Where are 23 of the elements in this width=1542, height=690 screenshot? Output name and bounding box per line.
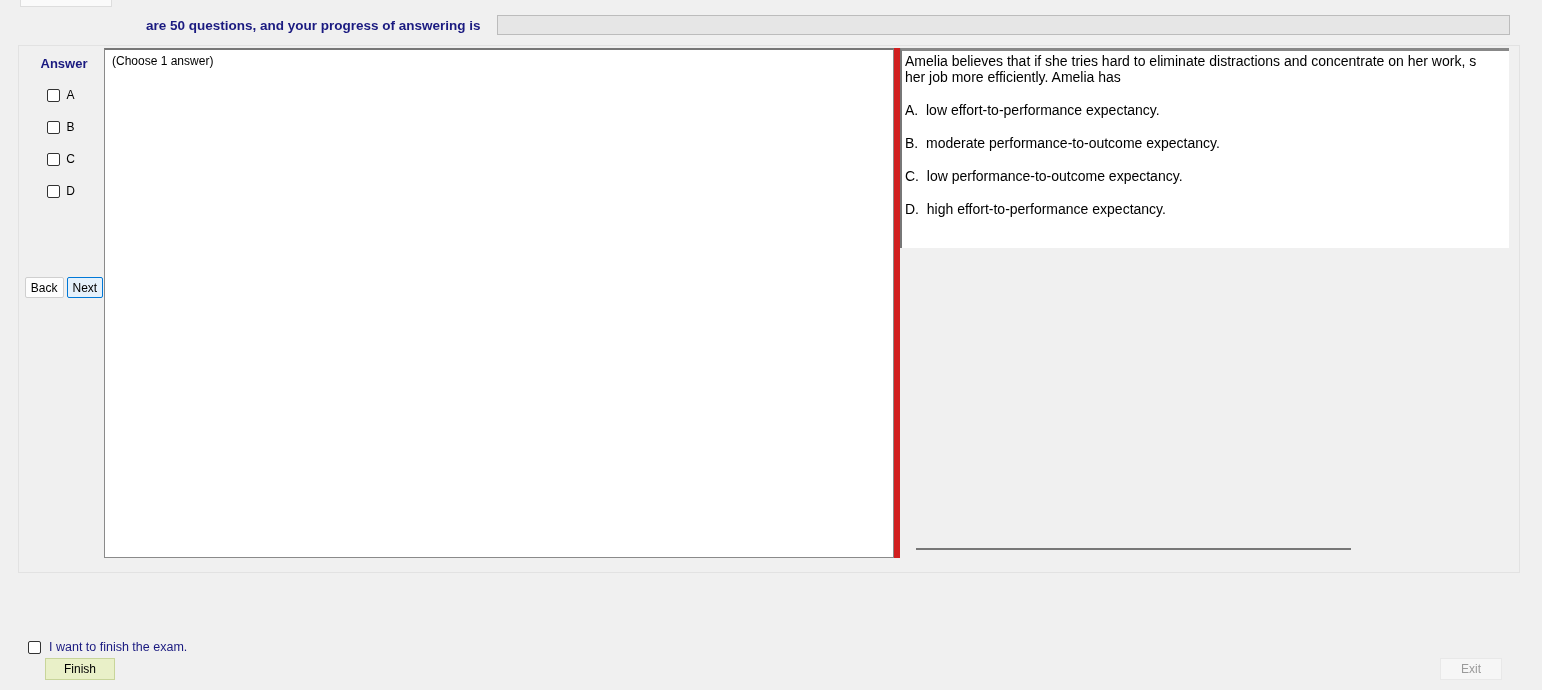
answer-hint: (Choose 1 answer) <box>112 54 214 68</box>
progress-label: are 50 questions, and your progress of answering is <box>146 17 481 33</box>
finish-button[interactable]: Finish <box>45 658 115 680</box>
answer-heading: Answer <box>40 56 88 71</box>
finish-label: I want to finish the exam. <box>49 640 188 654</box>
answer-checkbox[interactable] <box>47 184 61 198</box>
scrollbar[interactable] <box>916 548 1351 550</box>
answer-checkbox[interactable] <box>47 88 61 102</box>
choice-text: C. low performance-to-outcome expectancy. <box>905 168 1184 184</box>
option-label: A <box>66 88 75 102</box>
nav-button[interactable]: Next <box>66 277 104 298</box>
option-label: B <box>66 120 75 134</box>
option-label: C <box>66 152 75 166</box>
answer-checkbox[interactable] <box>47 120 61 134</box>
nav-button[interactable]: Back <box>24 277 64 298</box>
finish-checkbox[interactable] <box>28 640 41 654</box>
choice-text: A. low effort-to-performance expectancy. <box>905 102 1161 118</box>
choice-text: B. moderate performance-to-outcome expectancy. <box>905 135 1221 151</box>
answer-checkbox[interactable] <box>47 152 61 166</box>
question-text: Amelia believes that if she tries hard to eliminate distractions and concentrate on her work, s <box>905 53 1478 69</box>
choice-text: D. high effort-to-performance expectancy. <box>905 201 1167 217</box>
option-label: D <box>66 184 75 198</box>
question-text: her job more efficiently. Amelia has <box>905 69 1122 85</box>
